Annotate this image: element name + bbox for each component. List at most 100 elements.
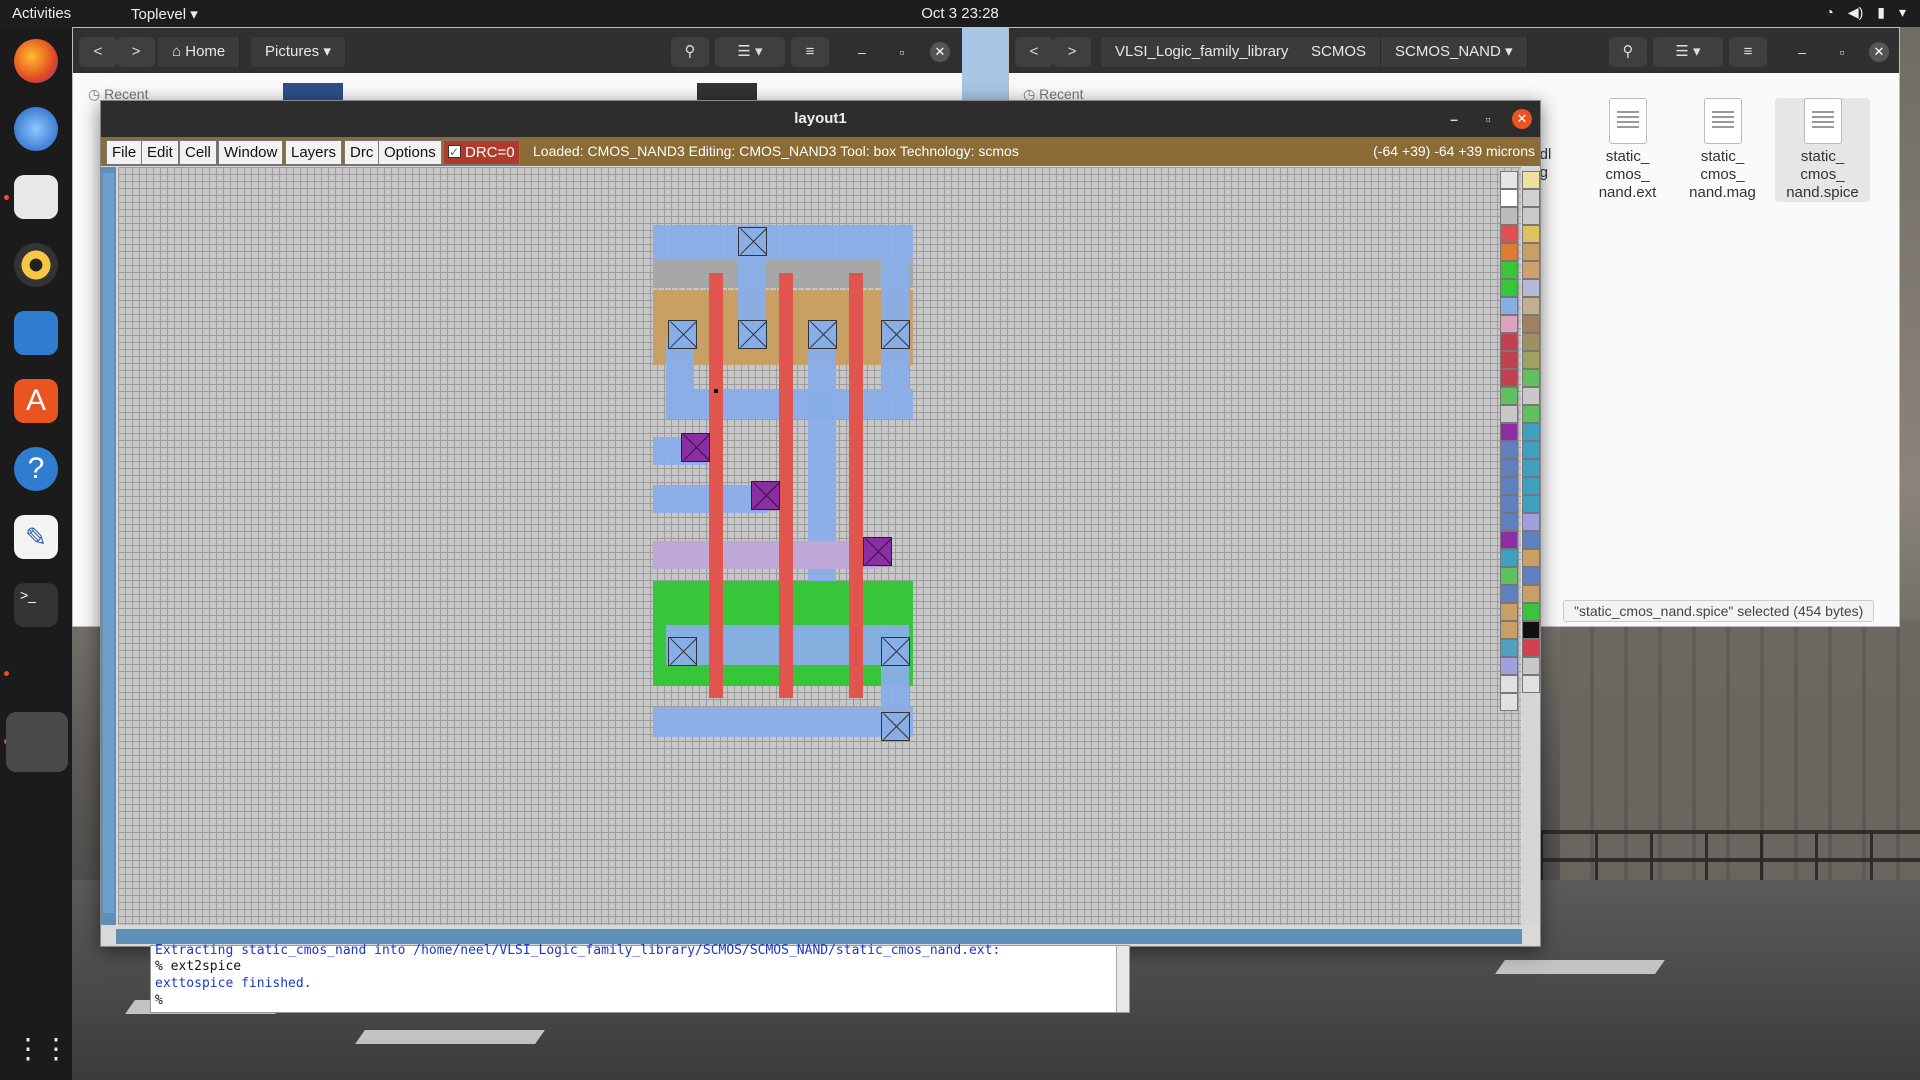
layer-swatch[interactable] xyxy=(1500,171,1518,189)
forward-button[interactable]: > xyxy=(117,37,155,67)
layer-swatch[interactable] xyxy=(1500,261,1518,279)
layer-swatch[interactable] xyxy=(1522,657,1540,675)
layer-swatch[interactable] xyxy=(1500,459,1518,477)
back-button[interactable]: < xyxy=(1015,37,1053,67)
forward-button[interactable]: > xyxy=(1053,37,1091,67)
layer-swatch[interactable] xyxy=(1522,585,1540,603)
file-item-ext[interactable]: static_ cmos_ nand.ext xyxy=(1580,98,1675,202)
menu-drc[interactable]: Drc xyxy=(344,140,380,165)
breadcrumb-vlsi-library[interactable]: VLSI_Logic_family_library xyxy=(1101,37,1304,67)
vertical-scrollbar[interactable] xyxy=(101,167,116,925)
clock[interactable]: Oct 3 23:28 xyxy=(0,5,1920,22)
layer-swatch[interactable] xyxy=(1500,693,1518,711)
layer-swatch[interactable] xyxy=(1500,567,1518,585)
layer-swatch[interactable] xyxy=(1522,351,1540,369)
breadcrumb-scmos-nand[interactable]: SCMOS_NAND ▾ xyxy=(1381,37,1528,67)
layer-swatch[interactable] xyxy=(1500,495,1518,513)
show-apps-icon[interactable]: ⋮⋮ xyxy=(14,1027,70,1071)
layer-swatch[interactable] xyxy=(1522,171,1540,189)
menu-button[interactable]: ≡ xyxy=(791,37,829,67)
tcl-console[interactable]: Extracting static_cmos_nand into /home/n… xyxy=(150,943,1130,1013)
layer-swatch[interactable] xyxy=(1522,207,1540,225)
layer-swatch[interactable] xyxy=(1522,279,1540,297)
layer-swatch[interactable] xyxy=(1522,369,1540,387)
maximize-button[interactable]: ▫ xyxy=(1479,110,1497,128)
layer-swatch[interactable] xyxy=(1500,315,1518,333)
menu-cell[interactable]: Cell xyxy=(179,140,217,165)
close-button[interactable]: ✕ xyxy=(930,42,950,62)
menu-options[interactable]: Options xyxy=(378,140,442,165)
layer-swatch[interactable] xyxy=(1522,621,1540,639)
search-button[interactable]: ⚲ xyxy=(671,37,709,67)
rhythmbox-icon[interactable] xyxy=(14,243,58,287)
layer-swatch[interactable] xyxy=(1500,603,1518,621)
close-button[interactable]: ✕ xyxy=(1869,42,1889,62)
terminal-icon[interactable]: >_ xyxy=(14,583,58,627)
minimize-button[interactable]: – xyxy=(1445,110,1463,128)
menu-layers[interactable]: Layers xyxy=(285,140,343,165)
back-button[interactable]: < xyxy=(79,37,117,67)
layer-swatch[interactable] xyxy=(1500,297,1518,315)
help-icon[interactable]: ? xyxy=(14,447,58,491)
layer-swatch[interactable] xyxy=(1500,477,1518,495)
firefox-icon[interactable] xyxy=(14,39,58,83)
close-button[interactable]: ✕ xyxy=(1512,109,1532,129)
search-button[interactable]: ⚲ xyxy=(1609,37,1647,67)
scrollbar-thumb[interactable] xyxy=(103,173,114,913)
layer-swatch[interactable] xyxy=(1522,603,1540,621)
minimize-button[interactable]: – xyxy=(853,43,871,61)
layer-swatch[interactable] xyxy=(1522,315,1540,333)
view-toggle-button[interactable]: ☰ ▾ xyxy=(715,37,785,67)
layer-swatch[interactable] xyxy=(1522,495,1540,513)
file-item-spice[interactable]: static_ cmos_ nand.spice xyxy=(1775,98,1870,202)
layer-swatch[interactable] xyxy=(1500,369,1518,387)
open-window-thumbnail[interactable] xyxy=(6,712,68,772)
layer-swatch[interactable] xyxy=(1500,657,1518,675)
minimize-button[interactable]: – xyxy=(1793,43,1811,61)
layer-swatch[interactable] xyxy=(1500,639,1518,657)
layer-swatch[interactable] xyxy=(1522,261,1540,279)
layer-swatch[interactable] xyxy=(1500,585,1518,603)
breadcrumb-scmos[interactable]: SCMOS xyxy=(1297,37,1382,67)
layout-canvas[interactable] xyxy=(118,167,1521,925)
file-item-mag[interactable]: static_ cmos_ nand.mag xyxy=(1675,98,1770,202)
text-editor-icon[interactable]: ✎ xyxy=(14,515,58,559)
layer-swatch[interactable] xyxy=(1500,207,1518,225)
maximize-button[interactable]: ▫ xyxy=(1833,43,1851,61)
layer-swatch[interactable] xyxy=(1522,549,1540,567)
layer-swatch[interactable] xyxy=(1500,351,1518,369)
layer-swatch[interactable] xyxy=(1522,459,1540,477)
horizontal-scrollbar[interactable] xyxy=(116,929,1522,944)
layer-swatch[interactable] xyxy=(1500,387,1518,405)
files-icon[interactable] xyxy=(14,175,58,219)
layer-swatch[interactable] xyxy=(1522,405,1540,423)
layer-swatch[interactable] xyxy=(1500,441,1518,459)
layer-swatch[interactable] xyxy=(1522,297,1540,315)
layer-swatch[interactable] xyxy=(1500,675,1518,693)
menu-edit[interactable]: Edit xyxy=(141,140,179,165)
layer-swatch[interactable] xyxy=(1500,531,1518,549)
drc-indicator[interactable]: DRC=0 xyxy=(443,140,520,165)
layer-swatch[interactable] xyxy=(1500,423,1518,441)
console-scrollbar[interactable] xyxy=(1116,946,1129,1012)
layer-swatch[interactable] xyxy=(1500,189,1518,207)
layer-swatch[interactable] xyxy=(1500,513,1518,531)
breadcrumb-home[interactable]: ⌂ Home xyxy=(158,37,241,67)
menu-button[interactable]: ≡ xyxy=(1729,37,1767,67)
layer-swatch[interactable] xyxy=(1522,513,1540,531)
layer-swatch[interactable] xyxy=(1522,387,1540,405)
layer-swatch[interactable] xyxy=(1522,441,1540,459)
layer-swatch[interactable] xyxy=(1500,405,1518,423)
layer-swatch[interactable] xyxy=(1522,243,1540,261)
layer-swatch[interactable] xyxy=(1522,225,1540,243)
layer-swatch[interactable] xyxy=(1522,189,1540,207)
layer-swatch[interactable] xyxy=(1522,639,1540,657)
layer-swatch[interactable] xyxy=(1522,477,1540,495)
menu-window[interactable]: Window xyxy=(218,140,284,165)
layer-swatch[interactable] xyxy=(1500,621,1518,639)
software-center-icon[interactable]: A xyxy=(14,379,58,423)
layer-swatch[interactable] xyxy=(1522,567,1540,585)
window-titlebar[interactable]: layout1 – ▫ ✕ xyxy=(101,101,1540,137)
layer-swatch[interactable] xyxy=(1500,225,1518,243)
layer-swatch[interactable] xyxy=(1522,333,1540,351)
